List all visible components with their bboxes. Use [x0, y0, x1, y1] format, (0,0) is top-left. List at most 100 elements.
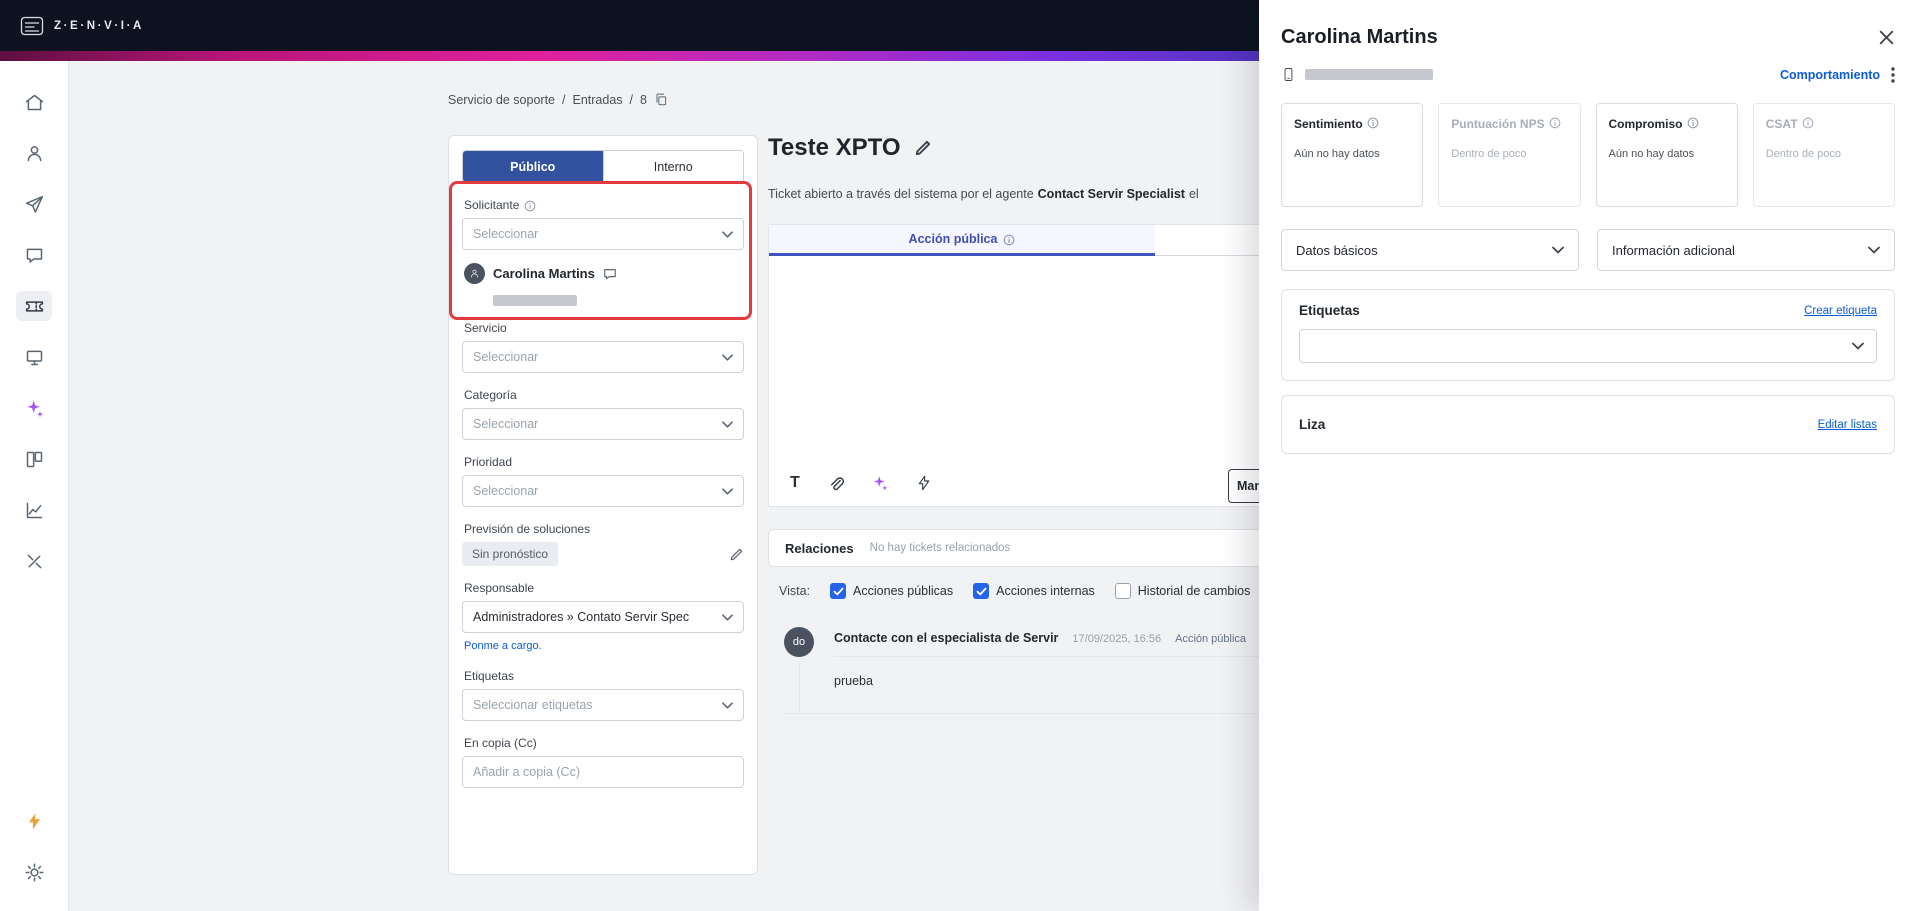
breadcrumb-item[interactable]: Entradas: [573, 93, 623, 107]
quick-reply-zap-icon[interactable]: [916, 475, 932, 491]
chevron-down-icon: [722, 420, 733, 428]
cc-label: En copia (Cc): [464, 736, 537, 750]
analytics-icon[interactable]: [16, 495, 52, 525]
chevron-down-icon: [722, 230, 733, 238]
kebab-menu-icon[interactable]: [1891, 66, 1895, 83]
tickets-icon[interactable]: [16, 291, 52, 321]
info-icon: [1004, 234, 1015, 245]
view-filters: Vista: Acciones públicas Acciones intern…: [779, 583, 1250, 599]
relations-empty-text: No hay tickets relacionados: [869, 542, 1011, 554]
metric-csat: CSAT Dentro de poco: [1752, 103, 1895, 207]
zenvia-logo-mark-icon: [20, 16, 44, 35]
assign-to-me-link[interactable]: Ponme a cargo.: [464, 640, 542, 652]
selected-requester[interactable]: Carolina Martins: [464, 263, 742, 284]
edit-pencil-icon[interactable]: [729, 547, 744, 562]
agent-name: Contact Servir Specialist: [1037, 187, 1185, 201]
info-icon[interactable]: [1687, 117, 1699, 129]
info-icon: [525, 200, 536, 211]
solicitante-select[interactable]: Seleccionar: [462, 218, 744, 250]
accordion-datos-basicos[interactable]: Datos básicos: [1281, 229, 1579, 271]
comment-timestamp: 17/09/2025, 16:56: [1072, 633, 1162, 645]
contact-accordions: Datos básicos Información adicional: [1281, 229, 1895, 271]
requester-name: Carolina Martins: [493, 266, 595, 281]
tools-icon[interactable]: [16, 546, 52, 576]
zap-icon[interactable]: [16, 806, 52, 836]
contact-tags-card: Etiquetas Crear etiqueta: [1281, 289, 1895, 381]
app-root: Z·E·N·V·I·A Servicio de soporte / Entrad…: [0, 0, 1920, 911]
prioridad-label: Prioridad: [464, 455, 513, 469]
contact-lists-card: Liza Editar listas: [1281, 395, 1895, 454]
breadcrumb-item: 8: [640, 92, 647, 107]
comment-type-badge: Acción pública: [1175, 633, 1247, 645]
comment-author: Contacte con el especialista de Servir: [834, 631, 1059, 645]
servicio-select[interactable]: Seleccionar: [462, 341, 744, 373]
tags-select[interactable]: [1299, 329, 1877, 363]
settings-gear-icon[interactable]: [16, 857, 52, 887]
page-title: Teste XPTO: [768, 134, 901, 161]
chevron-down-icon: [1868, 246, 1880, 254]
checkbox-unchecked-icon[interactable]: [1114, 583, 1131, 599]
info-icon[interactable]: [1367, 117, 1379, 129]
responsable-label: Responsable: [464, 581, 535, 595]
tab-publico[interactable]: Público: [463, 151, 603, 182]
attachment-paperclip-icon[interactable]: [827, 475, 844, 492]
chevron-down-icon: [1552, 246, 1564, 254]
chevron-down-icon: [722, 701, 733, 709]
drawer-header: Carolina Martins: [1281, 26, 1895, 49]
cc-input[interactable]: [462, 756, 744, 788]
filter-acciones-publicas[interactable]: Acciones públicas: [830, 583, 953, 599]
solicitante-label: Solicitante: [464, 198, 742, 212]
edit-title-pencil-icon[interactable]: [914, 139, 932, 157]
chat-bubble-icon[interactable]: [603, 267, 617, 281]
view-filters-label: Vista:: [779, 584, 811, 598]
metric-sentimiento: Sentimiento Aún no hay datos: [1281, 103, 1424, 207]
chevron-down-icon: [1852, 342, 1864, 350]
close-icon[interactable]: [1878, 29, 1895, 46]
behavior-actions: Comportamiento: [1780, 66, 1895, 83]
breadcrumb: Servicio de soporte / Entradas / 8: [448, 92, 669, 107]
tab-interno[interactable]: Interno: [602, 151, 743, 182]
phone-icon: [1284, 68, 1293, 81]
tab-accion-publica[interactable]: Acción pública: [769, 225, 1155, 256]
ticket-properties-panel: Público Interno Solicitante Seleccionar …: [448, 135, 758, 875]
thread-line: [799, 663, 800, 713]
info-icon[interactable]: [1549, 117, 1561, 129]
filter-historial-cambios[interactable]: Historial de cambios: [1114, 583, 1250, 599]
workspace-icon[interactable]: [16, 342, 52, 372]
redacted-text: [1305, 69, 1433, 80]
info-icon[interactable]: [1802, 117, 1814, 129]
chat-icon[interactable]: [16, 240, 52, 270]
relations-title: Relaciones: [785, 540, 854, 556]
accordion-informacion-adicional[interactable]: Información adicional: [1597, 229, 1895, 271]
home-icon[interactable]: [16, 87, 52, 117]
copy-icon[interactable]: [654, 92, 669, 107]
metric-compromiso: Compromiso Aún no hay datos: [1595, 103, 1738, 207]
breadcrumb-separator: /: [562, 92, 566, 107]
checkbox-checked-icon[interactable]: [973, 583, 990, 599]
prevision-row: Sin pronóstico: [462, 542, 744, 566]
behavior-link[interactable]: Comportamiento: [1780, 68, 1880, 82]
ai-sparkles-icon[interactable]: [871, 474, 889, 492]
checkbox-checked-icon[interactable]: [830, 583, 847, 599]
prioridad-select[interactable]: Seleccionar: [462, 475, 744, 507]
create-tag-link[interactable]: Crear etiqueta: [1804, 305, 1877, 317]
text-format-icon[interactable]: T: [790, 475, 800, 491]
ticket-title-row: Teste XPTO: [768, 134, 932, 162]
contact-phone-row: [1281, 66, 1433, 83]
send-icon[interactable]: [16, 189, 52, 219]
etiquetas-select[interactable]: Seleccionar etiquetas: [462, 689, 744, 721]
ticket-subtitle: Ticket abierto a través del sistema por …: [768, 187, 1199, 201]
sidebar: [0, 61, 69, 911]
breadcrumb-item[interactable]: Servicio de soporte: [448, 93, 555, 107]
filter-acciones-internas[interactable]: Acciones internas: [973, 583, 1095, 599]
zenvia-logo[interactable]: Z·E·N·V·I·A: [20, 16, 144, 36]
chevron-down-icon: [722, 613, 733, 621]
categoria-select[interactable]: Seleccionar: [462, 408, 744, 440]
redacted-text: [493, 295, 577, 306]
contact-drawer: Carolina Martins Comportamiento Sentimie…: [1259, 0, 1920, 911]
responsable-select[interactable]: Administradores » Contato Servir Spec: [462, 601, 744, 633]
contacts-icon[interactable]: [16, 138, 52, 168]
ai-sparkles-icon[interactable]: [16, 393, 52, 423]
edit-lists-link[interactable]: Editar listas: [1818, 419, 1877, 431]
kanban-icon[interactable]: [16, 444, 52, 474]
